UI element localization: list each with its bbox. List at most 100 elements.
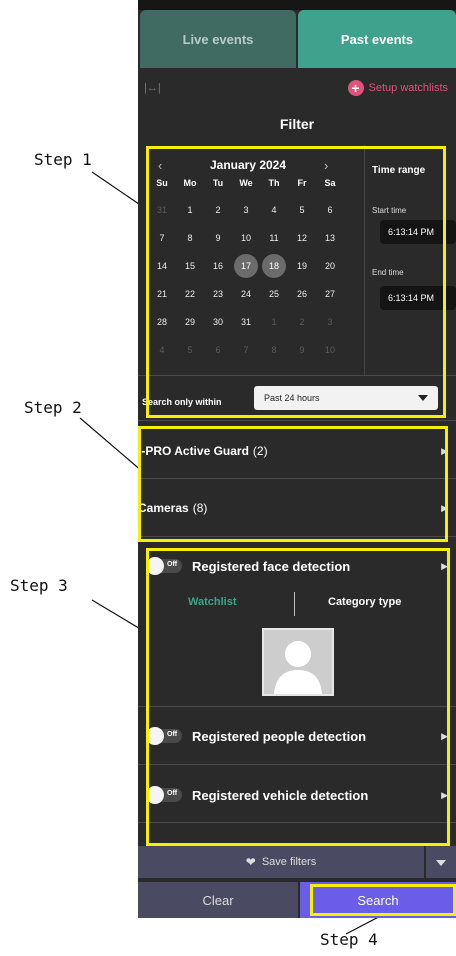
next-month-icon[interactable]: › [324, 158, 328, 173]
calendar-day[interactable]: 12 [288, 224, 316, 252]
toggle-knob [146, 727, 164, 745]
calendar-day-label: 3 [243, 205, 249, 215]
calendar-day[interactable]: 2 [204, 196, 232, 224]
group-label: i-PRO Active Guard [138, 444, 249, 458]
setup-watchlists-label: Setup watchlists [368, 82, 448, 94]
calendar-day[interactable]: 6 [316, 196, 344, 224]
calendar-day[interactable]: 2 [288, 308, 316, 336]
toggle-state: Off [167, 731, 178, 738]
calendar-day[interactable]: 21 [148, 280, 176, 308]
calendar-day-label: 14 [156, 261, 167, 271]
weekday-label: Tu [212, 178, 224, 188]
calendar-day-label: 24 [240, 289, 251, 299]
face-detection-toggle[interactable]: Off [146, 557, 182, 575]
calendar-day[interactable]: 31 [232, 308, 260, 336]
calendar-day[interactable]: 14 [148, 252, 176, 280]
face-subtabs: Watchlist Category type [138, 592, 456, 620]
calendar-day[interactable]: 9 [204, 224, 232, 252]
weekday-row: Su Mo Tu We Th Fr Sa [148, 178, 344, 188]
calendar-day[interactable]: 4 [148, 336, 176, 364]
tab-past-events[interactable]: Past events [298, 10, 456, 68]
calendar-day-label: 6 [215, 345, 221, 355]
calendar-day[interactable]: 1 [260, 308, 288, 336]
search-within-value: Past 24 hours [264, 393, 320, 403]
calendar-day[interactable]: 3 [316, 308, 344, 336]
calendar-day[interactable]: 1 [176, 196, 204, 224]
calendar-day[interactable]: 5 [176, 336, 204, 364]
expand-icon[interactable]: |↔| [144, 82, 161, 94]
save-filters-button[interactable]: ❤ Save filters [138, 846, 424, 878]
calendar-day[interactable]: 26 [288, 280, 316, 308]
prev-month-icon[interactable]: ‹ [158, 158, 162, 173]
calendar-day[interactable]: 30 [204, 308, 232, 336]
people-detection-row[interactable]: Off Registered people detection ▶ [138, 716, 456, 756]
calendar-day[interactable]: 28 [148, 308, 176, 336]
calendar-day-label: 26 [296, 289, 307, 299]
start-time-input[interactable]: 6:13:14 PM [380, 220, 456, 244]
calendar-day[interactable]: 31 [148, 196, 176, 224]
calendar-day[interactable]: 22 [176, 280, 204, 308]
search-button[interactable]: Search [300, 882, 456, 918]
calendar-day-label: 30 [212, 317, 223, 327]
calendar-day-label: 31 [156, 205, 167, 215]
calendar-day-label: 29 [184, 317, 195, 327]
tab-category-type[interactable]: Category type [328, 596, 401, 608]
calendar-day[interactable]: 10 [316, 336, 344, 364]
calendar-day[interactable]: 24 [232, 280, 260, 308]
people-detection-toggle[interactable]: Off [146, 727, 182, 745]
end-time-label: End time [372, 268, 404, 277]
calendar-day-label: 21 [156, 289, 167, 299]
save-filters-dropdown[interactable] [426, 846, 456, 878]
step3-label: Step 3 [10, 576, 68, 595]
calendar-day[interactable]: 17 [232, 252, 260, 280]
search-within-select[interactable]: Past 24 hours [254, 386, 438, 410]
top-strip [138, 0, 456, 10]
calendar-day[interactable]: 10 [232, 224, 260, 252]
calendar-day[interactable]: 20 [316, 252, 344, 280]
calendar-day-label: 8 [271, 345, 277, 355]
calendar-day[interactable]: 8 [176, 224, 204, 252]
calendar-day[interactable]: 16 [204, 252, 232, 280]
end-time-input[interactable]: 6:13:14 PM [380, 286, 456, 310]
calendar-day[interactable]: 3 [232, 196, 260, 224]
calendar-day[interactable]: 7 [232, 336, 260, 364]
calendar-day-label: 9 [299, 345, 305, 355]
calendar-day[interactable]: 27 [316, 280, 344, 308]
face-detection-row[interactable]: Off Registered face detection ▶ [138, 546, 456, 586]
vehicle-detection-toggle[interactable]: Off [146, 786, 182, 804]
calendar-day[interactable]: 5 [288, 196, 316, 224]
clear-button[interactable]: Clear [138, 882, 298, 918]
calendar-day[interactable]: 25 [260, 280, 288, 308]
calendar-day[interactable]: 19 [288, 252, 316, 280]
toggle-knob [146, 557, 164, 575]
calendar-day[interactable]: 4 [260, 196, 288, 224]
calendar-day-label: 4 [271, 205, 277, 215]
calendar-day-label: 18 [262, 254, 286, 278]
chevron-right-icon: ▶ [441, 445, 448, 456]
calendar-day[interactable]: 11 [260, 224, 288, 252]
tab-watchlist[interactable]: Watchlist [188, 596, 237, 608]
calendar-day[interactable]: 13 [316, 224, 344, 252]
calendar-day[interactable]: 9 [288, 336, 316, 364]
calendar-day[interactable]: 7 [148, 224, 176, 252]
calendar-day[interactable]: 6 [204, 336, 232, 364]
divider [138, 764, 456, 765]
calendar-day-label: 2 [299, 317, 305, 327]
calendar-day-label: 10 [240, 233, 251, 243]
setup-watchlists-link[interactable]: + Setup watchlists [347, 80, 448, 96]
vehicle-detection-row[interactable]: Off Registered vehicle detection ▶ [138, 775, 456, 815]
calendar-day-label: 5 [299, 205, 305, 215]
calendar-day[interactable]: 15 [176, 252, 204, 280]
calendar-day[interactable]: 8 [260, 336, 288, 364]
people-detection-label: Registered people detection [192, 728, 367, 744]
calendar-day-label: 20 [324, 261, 335, 271]
tab-live-events[interactable]: Live events [140, 10, 296, 68]
group-active-guard[interactable]: i-PRO Active Guard (2) ▶ [138, 431, 456, 471]
calendar-day[interactable]: 18 [260, 252, 288, 280]
group-cameras[interactable]: Cameras (8) ▶ [138, 488, 456, 528]
group-label: Cameras [138, 501, 189, 515]
calendar-day[interactable]: 29 [176, 308, 204, 336]
calendar-day-label: 23 [212, 289, 223, 299]
calendar-day[interactable]: 23 [204, 280, 232, 308]
vehicle-detection-label: Registered vehicle detection [192, 787, 369, 803]
